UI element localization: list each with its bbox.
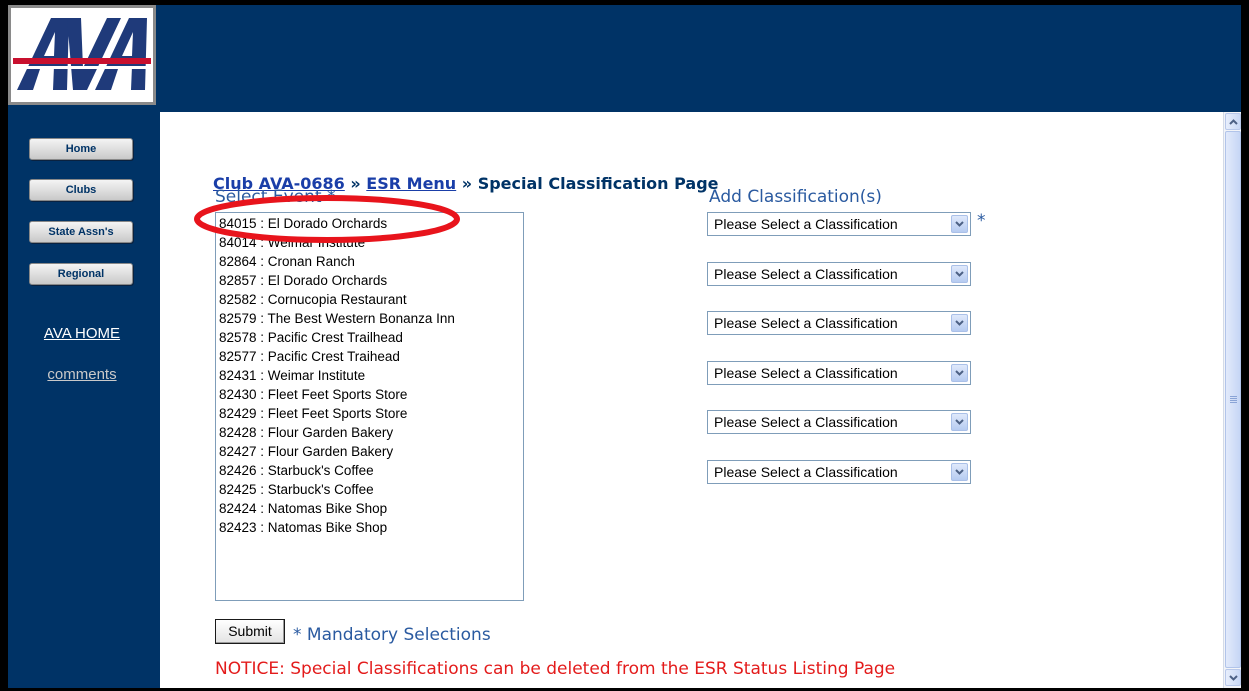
classification-select-6[interactable]: Please Select a Classification: [707, 460, 971, 484]
event-option[interactable]: 84014 : Weimar Institute: [216, 233, 523, 252]
scrollbar-thumb[interactable]: [1225, 131, 1241, 668]
required-asterisk: *: [977, 211, 986, 231]
sidebar-link-comments[interactable]: comments: [8, 366, 156, 383]
ava-logo-graphic: [13, 18, 151, 90]
event-option[interactable]: 82428 : Flour Garden Bakery: [216, 423, 523, 442]
notice-text: NOTICE: Special Classifications can be d…: [215, 659, 896, 679]
classification-select-value: Please Select a Classification: [714, 464, 898, 480]
chevron-down-icon: [1229, 675, 1238, 681]
event-option[interactable]: 82864 : Cronan Ranch: [216, 252, 523, 271]
breadcrumb-current: Special Classification Page: [477, 174, 719, 193]
event-option[interactable]: 84015 : El Dorado Orchards: [216, 214, 523, 233]
event-option[interactable]: 82425 : Starbuck's Coffee: [216, 480, 523, 499]
classification-select-value: Please Select a Classification: [714, 315, 898, 331]
select-event-heading: Select Event *: [215, 187, 336, 207]
classification-select-value: Please Select a Classification: [714, 266, 898, 282]
chevron-down-icon[interactable]: [951, 215, 968, 233]
breadcrumb-separator: »: [350, 174, 361, 193]
classification-select-3[interactable]: Please Select a Classification: [707, 311, 971, 335]
breadcrumb-esr-menu-link[interactable]: ESR Menu: [366, 174, 456, 193]
sidebar-button-clubs[interactable]: Clubs: [29, 179, 133, 201]
classification-select-value: Please Select a Classification: [714, 216, 898, 232]
chevron-down-icon[interactable]: [951, 265, 968, 283]
classification-select-value: Please Select a Classification: [714, 414, 898, 430]
chevron-down-icon[interactable]: [951, 413, 968, 431]
scrollbar-grip: [1230, 402, 1237, 403]
add-classification-heading: Add Classification(s): [709, 187, 882, 207]
event-option[interactable]: 82579 : The Best Western Bonanza Inn: [216, 309, 523, 328]
event-option[interactable]: 82857 : El Dorado Orchards: [216, 271, 523, 290]
event-option[interactable]: 82424 : Natomas Bike Shop: [216, 499, 523, 518]
classification-select-1[interactable]: Please Select a Classification: [707, 212, 971, 236]
main-content: Club AVA-0686 » ESR Menu » Special Class…: [160, 112, 1223, 688]
chevron-down-icon[interactable]: [951, 314, 968, 332]
event-option[interactable]: 82423 : Natomas Bike Shop: [216, 518, 523, 537]
sidebar-button-state-assns[interactable]: State Assn's: [29, 221, 133, 243]
sidebar-link-ava-home[interactable]: AVA HOME: [8, 325, 156, 342]
chevron-down-icon[interactable]: [951, 463, 968, 481]
event-option[interactable]: 82582 : Cornucopia Restaurant: [216, 290, 523, 309]
event-listbox[interactable]: 84015 : El Dorado Orchards 84014 : Weima…: [215, 212, 524, 601]
submit-button[interactable]: Submit: [215, 619, 285, 644]
classification-select-5[interactable]: Please Select a Classification: [707, 410, 971, 434]
event-option[interactable]: 82431 : Weimar Institute: [216, 366, 523, 385]
classification-select-4[interactable]: Please Select a Classification: [707, 361, 971, 385]
breadcrumb-separator: »: [461, 174, 473, 193]
event-option[interactable]: 82578 : Pacific Crest Trailhead: [216, 328, 523, 347]
scroll-down-button[interactable]: [1225, 669, 1241, 686]
scrollbar-grip: [1230, 396, 1237, 397]
chevron-up-icon: [1229, 119, 1238, 125]
chevron-down-icon[interactable]: [951, 364, 968, 382]
event-option[interactable]: 82429 : Fleet Feet Sports Store: [216, 404, 523, 423]
event-option[interactable]: 82427 : Flour Garden Bakery: [216, 442, 523, 461]
event-option[interactable]: 82426 : Starbuck's Coffee: [216, 461, 523, 480]
ava-logo[interactable]: [8, 5, 156, 105]
scroll-up-button[interactable]: [1225, 113, 1241, 130]
classification-select-2[interactable]: Please Select a Classification: [707, 262, 971, 286]
scrollbar-grip: [1230, 398, 1237, 399]
classification-select-value: Please Select a Classification: [714, 365, 898, 381]
page-frame: Home Clubs State Assn's Regional AVA HOM…: [8, 5, 1241, 688]
sidebar-button-home[interactable]: Home: [29, 138, 133, 160]
event-option[interactable]: 82577 : Pacific Crest Traihead: [216, 347, 523, 366]
scrollbar-grip: [1230, 400, 1237, 401]
sidebar-button-regional[interactable]: Regional: [29, 263, 133, 285]
vertical-scrollbar[interactable]: [1223, 112, 1241, 688]
mandatory-note: * Mandatory Selections: [293, 625, 491, 645]
event-option[interactable]: 82430 : Fleet Feet Sports Store: [216, 385, 523, 404]
